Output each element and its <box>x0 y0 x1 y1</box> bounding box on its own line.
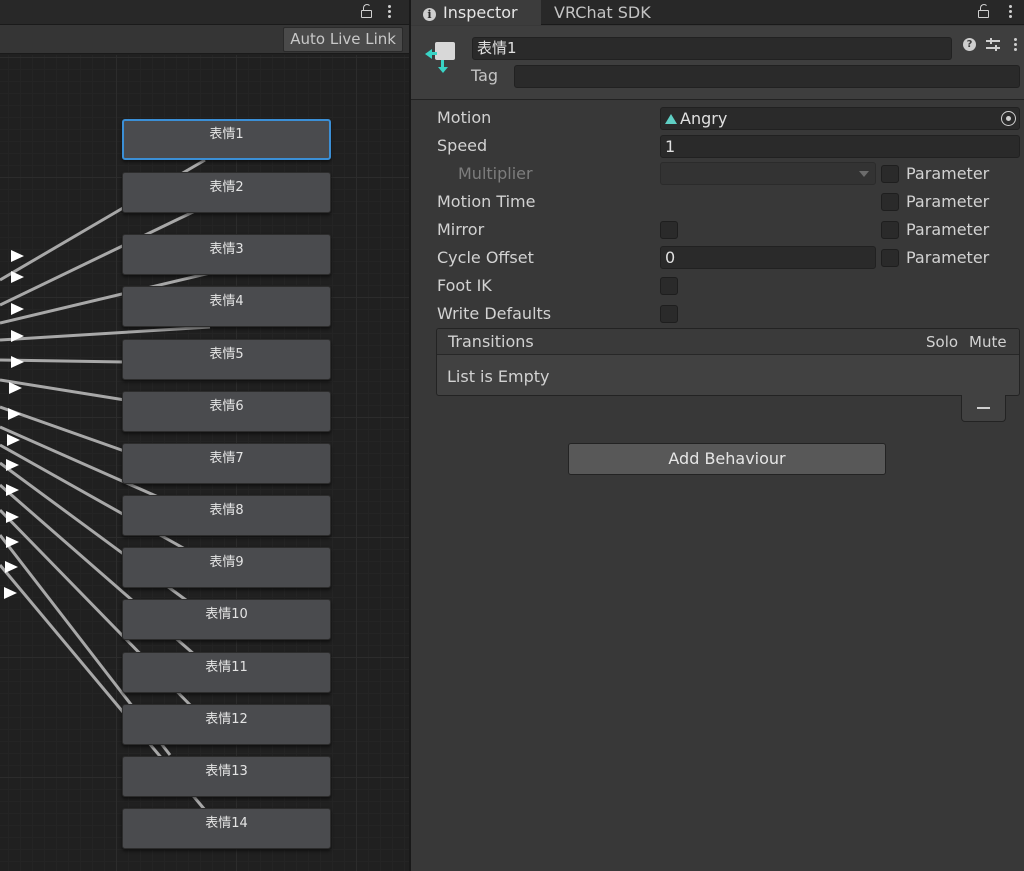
state-node[interactable]: 表情7 <box>122 443 331 484</box>
multiplier-label: Multiplier <box>458 164 533 183</box>
state-name-field[interactable]: 表情1 <box>472 37 952 60</box>
speed-label: Speed <box>437 136 488 155</box>
tab-inspector-label: Inspector <box>443 3 518 22</box>
state-node[interactable]: 表情14 <box>122 808 331 849</box>
multiplier-dropdown <box>660 162 876 185</box>
lock-icon[interactable] <box>361 4 372 18</box>
cycle-offset-parameter-checkbox[interactable] <box>881 249 899 267</box>
transitions-title: Transitions <box>448 332 534 351</box>
state-node[interactable]: 表情5 <box>122 339 331 380</box>
transition-arrow-icon <box>11 271 24 283</box>
parameter-label: Parameter <box>906 220 990 239</box>
motion-time-parameter-checkbox[interactable] <box>881 193 899 211</box>
more-options-icon[interactable] <box>1009 5 1013 20</box>
foot-ik-label: Foot IK <box>437 276 492 295</box>
graph-tab-bar <box>0 0 409 25</box>
more-options-icon[interactable] <box>1014 38 1018 53</box>
transitions-list: Transitions Solo Mute List is Empty <box>436 328 1020 396</box>
transitions-list-header: Transitions Solo Mute <box>437 329 1019 355</box>
transition-arrow-icon <box>11 250 24 262</box>
animation-clip-icon <box>665 114 677 124</box>
state-node[interactable]: 表情10 <box>122 599 331 640</box>
info-icon: i <box>423 8 436 21</box>
transition-arrow-icon <box>6 459 19 471</box>
add-behaviour-button[interactable]: Add Behaviour <box>568 443 886 475</box>
cycle-offset-label: Cycle Offset <box>437 248 534 267</box>
solo-column-label: Solo <box>926 333 959 351</box>
motion-value: Angry <box>680 109 728 128</box>
mirror-checkbox[interactable] <box>660 221 678 239</box>
tag-field[interactable] <box>514 65 1020 88</box>
transition-arrow-icon <box>11 303 24 315</box>
multiplier-parameter-checkbox[interactable] <box>881 165 899 183</box>
write-defaults-checkbox[interactable] <box>660 305 678 323</box>
foot-ik-checkbox[interactable] <box>660 277 678 295</box>
transition-arrow-icon <box>6 536 19 548</box>
motion-field[interactable]: Angry <box>660 107 1020 130</box>
remove-transition-button[interactable] <box>977 407 990 409</box>
presets-icon[interactable] <box>986 38 1000 51</box>
state-node[interactable]: 表情8 <box>122 495 331 536</box>
transition-arrow-icon <box>11 356 24 368</box>
transition-arrow-icon <box>5 561 18 573</box>
mute-column-label: Mute <box>969 333 1007 351</box>
lock-icon[interactable] <box>978 4 989 18</box>
state-node[interactable]: 表情12 <box>122 704 331 745</box>
auto-live-link-button[interactable]: Auto Live Link <box>283 27 403 52</box>
inspector-header: 表情1 ? Tag <box>411 26 1024 100</box>
tag-label: Tag <box>471 66 499 85</box>
state-node[interactable]: 表情6 <box>122 391 331 432</box>
parameter-label: Parameter <box>906 248 990 267</box>
transition-arrow-icon <box>8 408 21 420</box>
tab-vrchat-sdk[interactable]: VRChat SDK <box>542 0 672 25</box>
speed-field[interactable]: 1 <box>660 135 1020 158</box>
tab-vrchat-sdk-label: VRChat SDK <box>554 3 651 22</box>
state-node[interactable]: 表情9 <box>122 547 331 588</box>
parameter-label: Parameter <box>906 192 990 211</box>
list-empty-text: List is Empty <box>447 367 550 386</box>
transition-line[interactable] <box>0 378 126 402</box>
transition-arrow-icon <box>4 587 17 599</box>
inspector-panel: i Inspector VRChat SDK 表情1 ? Tag Motion A… <box>411 0 1024 871</box>
state-node[interactable]: 表情11 <box>122 652 331 693</box>
state-machine-canvas[interactable]: 表情1 表情2 表情3 表情4 表情5 表情6 表情7 表情8 表情9 表情10 表情11 表情12 表… <box>0 55 409 871</box>
tab-inspector[interactable]: i Inspector <box>411 0 541 25</box>
parameter-label: Parameter <box>906 164 990 183</box>
help-icon[interactable]: ? <box>963 38 976 51</box>
transitions-list-footer <box>961 395 1006 422</box>
state-node[interactable]: 表情1 <box>122 119 331 160</box>
cycle-offset-field[interactable]: 0 <box>660 246 876 269</box>
animator-graph-panel: Auto Live Link 表情1 表情2 表情3 表情4 表情5 表情6 表情7 表情8 表… <box>0 0 409 871</box>
motion-time-label: Motion Time <box>437 192 536 211</box>
graph-toolbar: Auto Live Link <box>0 25 409 54</box>
animator-state-icon <box>425 40 459 74</box>
more-options-icon[interactable] <box>388 5 392 20</box>
state-node[interactable]: 表情2 <box>122 172 331 213</box>
mirror-parameter-checkbox[interactable] <box>881 221 899 239</box>
mirror-label: Mirror <box>437 220 485 239</box>
state-node[interactable]: 表情3 <box>122 234 331 275</box>
state-node[interactable]: 表情13 <box>122 756 331 797</box>
motion-label: Motion <box>437 108 492 127</box>
state-node[interactable]: 表情4 <box>122 286 331 327</box>
write-defaults-label: Write Defaults <box>437 304 552 323</box>
chevron-down-icon <box>859 171 869 177</box>
inspector-tab-bar: i Inspector VRChat SDK <box>411 0 1024 25</box>
object-picker-icon[interactable] <box>1001 111 1016 126</box>
